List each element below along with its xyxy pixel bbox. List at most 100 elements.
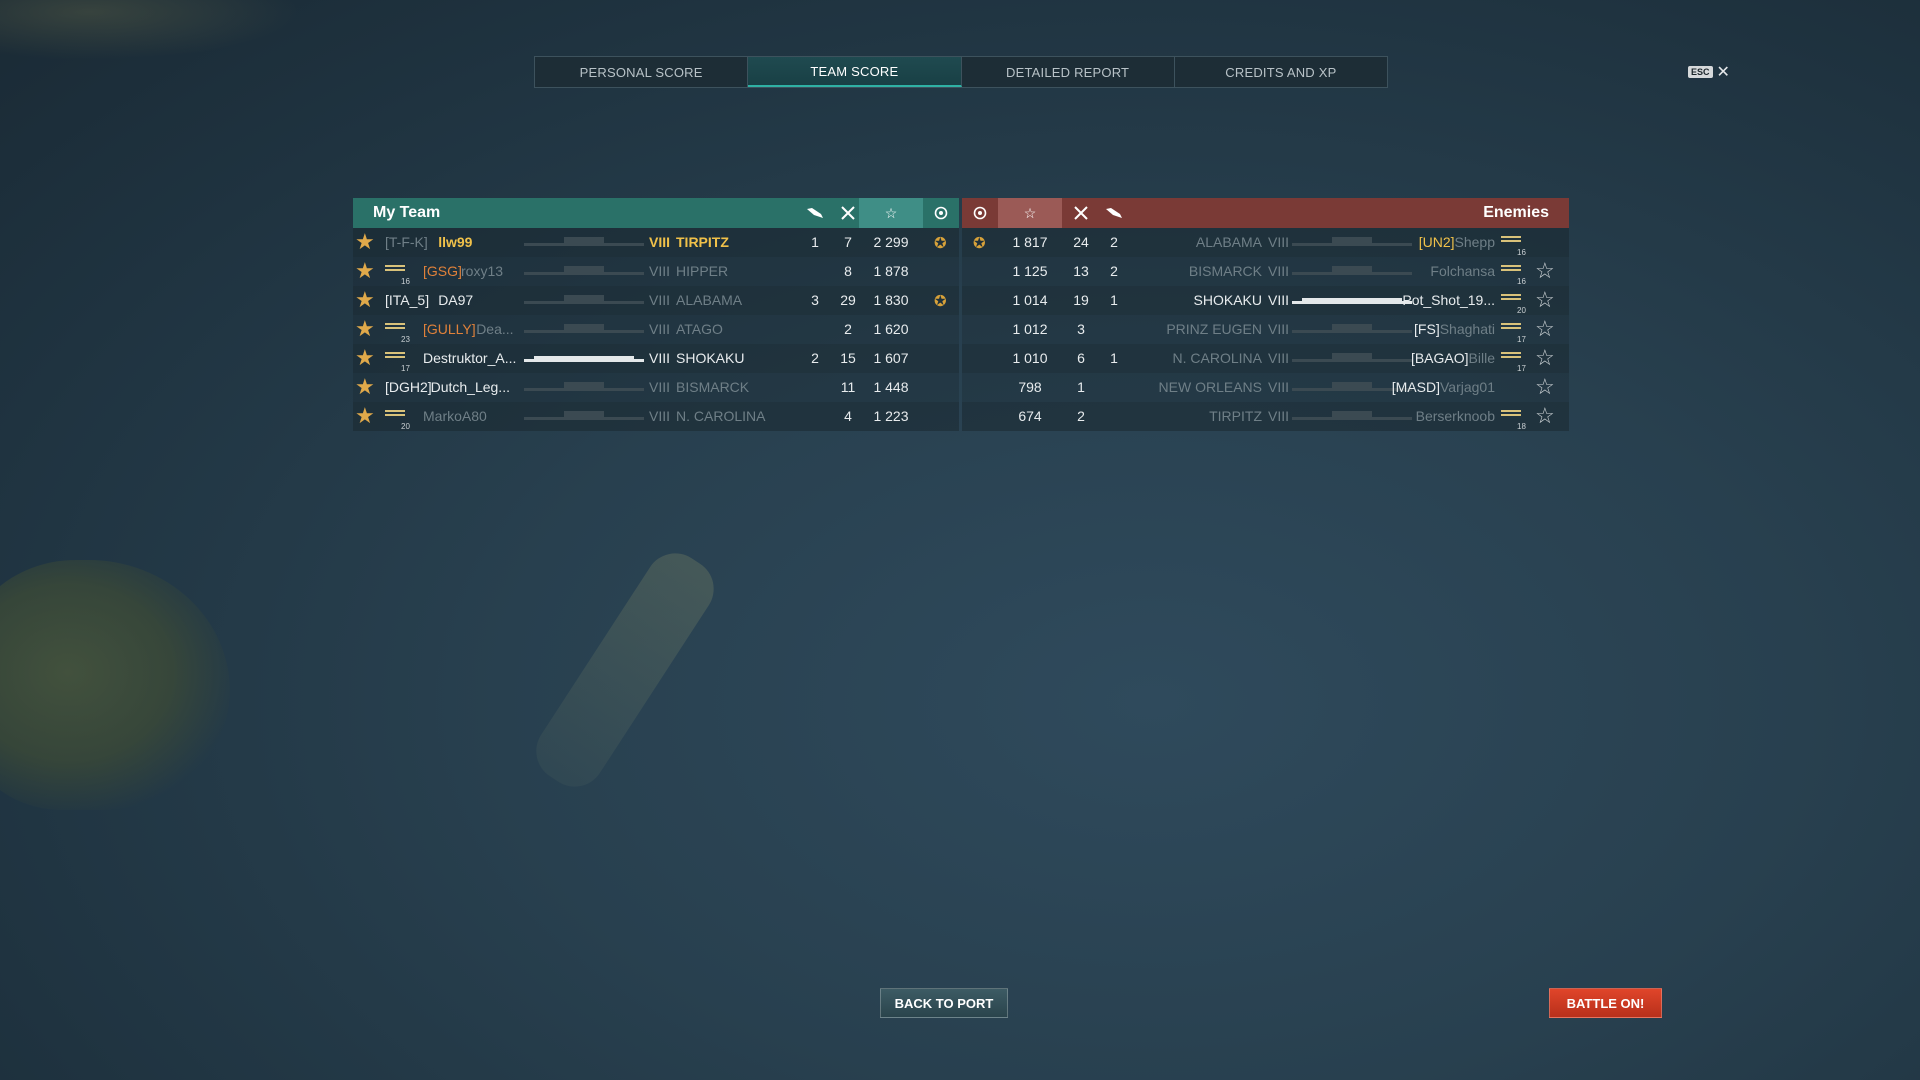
star-outline-icon: ☆ [1535,374,1555,399]
battle-on-button[interactable]: BATTLE ON! [1549,988,1662,1018]
base-xp: 674 [1018,408,1042,424]
player-id[interactable]: [MASD]Varjag01 [1392,373,1495,402]
base-xp: 2 299 [873,234,909,250]
enemies-title: Enemies [1483,204,1549,221]
player-clan: [GSG] [423,263,462,279]
medal-icon: ✪ [934,293,947,310]
star-icon: ★ [355,287,375,312]
player-name: Pot_Shot_19... [1402,292,1495,308]
plane-icon [800,198,830,228]
player-name: Bille [1468,350,1495,366]
planes-destroyed: 1 [1110,292,1118,308]
tab-team-score[interactable]: TEAM SCORE [748,57,962,87]
rank-icon: 16 [1501,263,1526,286]
ship-tier: VIII [1268,321,1290,337]
star-outline-icon: ☆ [1535,287,1555,312]
rank-number: 16 [401,277,410,286]
crossed-swords-icon [1066,198,1096,228]
ship-tier: VIII [649,234,671,250]
base-xp: 1 448 [873,379,909,395]
tab-credits-and-xp[interactable]: CREDITS AND XP [1175,57,1387,87]
report-tabs: PERSONAL SCORE TEAM SCORE DETAILED REPOR… [534,56,1388,88]
player-name[interactable]: llw99 [438,228,472,257]
player-name[interactable]: Dutch_Leg... [431,373,510,402]
ship-tier: VIII [1268,350,1290,366]
star-icon: ★ [355,345,375,370]
base-xp: 1 125 [1012,263,1048,279]
ship-name: TIRPITZ [1209,408,1262,424]
medal-icon: ✪ [973,235,986,252]
player-name[interactable]: MarkoA80 [423,402,487,431]
rank-number: 23 [401,335,410,344]
player-id[interactable]: Folchansa [1430,257,1495,286]
player-clan: [DGH2] [385,379,432,395]
player-id[interactable]: [UN2]Shepp [1419,228,1495,257]
player-id[interactable]: Pot_Shot_19... [1402,286,1495,315]
player-row: ★ [DGH2] Dutch_Leg... VIII BISMARCK 11 1 448 79… [353,373,1569,402]
ship-name: BISMARCK [1188,263,1262,279]
ship-silhouette-icon [1292,298,1412,304]
base-xp: 798 [1018,379,1042,395]
ship-tier: VIII [1268,234,1290,250]
ships-destroyed: 2 [1077,408,1085,424]
base-xp: 1 607 [873,350,909,366]
ship-silhouette-icon [524,324,644,333]
player-name: Shepp [1454,234,1495,250]
star-outline-icon: ☆ [1535,316,1555,341]
base-xp: 1 010 [1012,350,1048,366]
player-name[interactable]: Destruktor_A... [423,344,516,373]
plane-icon [1099,198,1129,228]
player-id[interactable]: Berserknoob [1416,402,1495,431]
player-name: Berserknoob [1415,408,1495,424]
back-to-port-button[interactable]: BACK TO PORT [880,988,1008,1018]
tab-detailed-report[interactable]: DETAILED REPORT [962,57,1175,87]
base-xp: 1 830 [873,292,909,308]
ship-name: SHOKAKU [676,350,745,366]
planes-destroyed: 3 [811,292,819,308]
player-id[interactable]: [BAGAO]Bille [1411,344,1495,373]
player-clan: [UN2] [1418,234,1455,250]
player-clan: [BAGAO] [1410,350,1469,366]
player-name[interactable]: DA97 [438,286,473,315]
planes-destroyed: 1 [811,234,819,250]
ship-silhouette-icon [1292,353,1412,362]
rank-icon: 16 [1501,234,1526,257]
rank-icon: 17 [385,350,410,373]
planes-destroyed [1099,402,1129,431]
ship-name: TIRPITZ [676,234,729,250]
esc-key-icon: ESC [1688,66,1713,78]
tab-personal-score[interactable]: PERSONAL SCORE [535,57,749,87]
rank-number: 16 [1517,248,1526,257]
player-clan: [MASD] [1391,379,1440,395]
player-row: ★ 20 MarkoA80 VIII N. CAROLINA 4 1 223 674 2 TIRP… [353,402,1569,431]
player-name[interactable]: Dea... [476,315,513,344]
ship-silhouette-icon [1292,237,1412,246]
ship-tier: VIII [1268,263,1290,279]
ship-tier: VIII [649,408,671,424]
star-icon: ☆ [859,198,923,228]
player-name: Varjag01 [1439,379,1495,395]
rank-icon: 23 [385,321,410,344]
planes-destroyed [800,257,830,286]
ship-name: SHOKAKU [1193,292,1262,308]
ship-tier: VIII [1268,379,1290,395]
ships-destroyed: 3 [1077,321,1085,337]
player-id[interactable]: [FS]Shaghati [1414,315,1495,344]
star-icon: ★ [355,229,375,254]
player-name[interactable]: roxy13 [461,257,503,286]
star-outline-icon: ☆ [1535,403,1555,428]
star-outline-icon: ☆ [1535,345,1555,370]
rank-number: 16 [1517,277,1526,286]
island-background [0,560,230,810]
ship-name: BISMARCK [676,379,750,395]
ship-silhouette-icon [1292,266,1412,275]
planes-destroyed: 2 [1110,234,1118,250]
ship-tier: VIII [649,350,671,366]
rank-number: 20 [401,422,410,431]
close-button[interactable]: ESC ✕ [1688,62,1730,82]
rank-number: 17 [1517,364,1526,373]
ships-destroyed: 6 [1077,350,1085,366]
base-xp: 1 012 [1012,321,1048,337]
base-xp: 1 223 [873,408,909,424]
close-icon: ✕ [1716,64,1730,81]
